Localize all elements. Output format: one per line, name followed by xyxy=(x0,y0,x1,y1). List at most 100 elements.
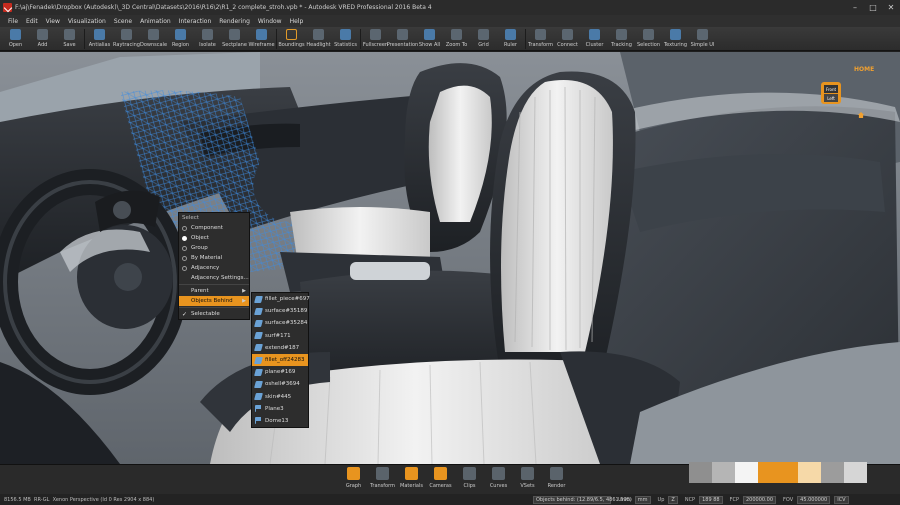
toolbar-downscale-button[interactable]: Downscale xyxy=(140,27,167,51)
context-menu-item-group[interactable]: Group xyxy=(179,243,249,253)
toolbar-label: Save xyxy=(63,42,76,48)
menu-separator xyxy=(179,284,249,285)
menu-separator xyxy=(179,307,249,308)
close-button[interactable]: ✕ xyxy=(882,0,900,15)
ncp-input[interactable]: 189 88 xyxy=(699,495,723,504)
toolbar-add-button[interactable]: Add xyxy=(29,27,56,51)
curves-icon xyxy=(492,467,505,480)
toolbar-connect-button[interactable]: Connect xyxy=(554,27,581,51)
submenu-item-object[interactable]: fillet_piece#697 xyxy=(252,293,310,305)
menu-scene[interactable]: Scene xyxy=(110,18,136,25)
submenu-item-object[interactable]: Dome13 xyxy=(252,415,308,427)
fov-input[interactable]: 45.000000 xyxy=(797,495,831,504)
toolbar-wireframe-button[interactable]: Wireframe xyxy=(248,27,275,51)
submenu-item-object[interactable]: oshell#3694 xyxy=(252,378,308,390)
context-menu-item-object[interactable]: Object xyxy=(179,233,249,243)
menu-rendering[interactable]: Rendering xyxy=(215,18,254,25)
color-swatch[interactable] xyxy=(798,462,821,483)
ncp-label: NCP xyxy=(684,496,696,503)
submenu-item-object[interactable]: skin#445 xyxy=(252,391,308,403)
surface-icon xyxy=(254,332,263,340)
navigation-cube[interactable]: Front Left xyxy=(818,78,844,108)
color-swatch[interactable] xyxy=(689,462,712,483)
toolbar-texturing-button[interactable]: Texturing xyxy=(662,27,689,51)
menu-visualization[interactable]: Visualization xyxy=(64,18,110,25)
toolbar-label: Isolate xyxy=(199,42,216,48)
dock-vsets-button[interactable]: VSets xyxy=(513,467,542,489)
context-menu-item-adjacency[interactable]: Adjacency xyxy=(179,263,249,273)
context-menu-item-component[interactable]: Component xyxy=(179,223,249,233)
submenu-item-object[interactable]: surface#35284 xyxy=(252,317,308,329)
color-swatch[interactable] xyxy=(844,462,867,483)
toolbar-raytracing-button[interactable]: Raytracing xyxy=(113,27,140,51)
toolbar-ruler-button[interactable]: Ruler xyxy=(497,27,524,51)
submenu-item-object[interactable]: Plane3 xyxy=(252,403,308,415)
toolbar-open-button[interactable]: Open xyxy=(2,27,29,51)
fcp-input[interactable]: 200000.00 xyxy=(742,495,777,504)
toolbar-antialias-button[interactable]: Antialias xyxy=(86,27,113,51)
toolbar-headlight-button[interactable]: Headlight xyxy=(305,27,332,51)
context-menu-item-objects-behind[interactable]: Objects Behind ▶ xyxy=(179,296,249,306)
menu-window[interactable]: Window xyxy=(254,18,286,25)
toolbar-zoom-to-button[interactable]: Zoom To xyxy=(443,27,470,51)
color-swatch[interactable] xyxy=(821,462,844,483)
context-menu-item-selectable[interactable]: ✓ Selectable xyxy=(179,309,249,319)
toolbar-grid-button[interactable]: Grid xyxy=(470,27,497,51)
dock-transform-button[interactable]: Transform xyxy=(368,467,397,489)
dock-label: VSets xyxy=(520,483,535,489)
submenu-item-label: skin#445 xyxy=(265,393,292,400)
toolbar-cluster-button[interactable]: Cluster xyxy=(581,27,608,51)
toolbar-isolate-button[interactable]: Isolate xyxy=(194,27,221,51)
context-menu-label: Parent xyxy=(191,288,209,294)
dock-cameras-button[interactable]: Cameras xyxy=(426,467,455,489)
context-menu-item-parent[interactable]: Parent ▶ xyxy=(179,286,249,296)
toolbar-label: Selection xyxy=(636,42,661,48)
submenu-item-label: surface#35284 xyxy=(265,320,308,327)
color-swatch[interactable] xyxy=(735,462,758,483)
menu-view[interactable]: View xyxy=(42,18,64,25)
units-label: Units xyxy=(618,496,631,503)
toolbar-selection-button[interactable]: Selection xyxy=(635,27,662,51)
toolbar-tracking-button[interactable]: Tracking xyxy=(608,27,635,51)
navcube-home-label[interactable]: HOME xyxy=(854,66,874,73)
menu-animation[interactable]: Animation xyxy=(136,18,175,25)
submenu-item-object[interactable]: surf#171 xyxy=(252,330,308,342)
menu-help[interactable]: Help xyxy=(286,18,308,25)
toolbar-region-button[interactable]: Region xyxy=(167,27,194,51)
toolbar-fullscreen-button[interactable]: Fullscreen xyxy=(362,27,389,51)
submenu-item-object[interactable]: fillet_off24283 xyxy=(252,353,308,367)
maximize-button[interactable]: □ xyxy=(864,0,882,15)
dock-clips-button[interactable]: Clips xyxy=(455,467,484,489)
toolbar-sectplane-button[interactable]: Sectplane xyxy=(221,27,248,51)
toolbar-transform-button[interactable]: Transform xyxy=(527,27,554,51)
color-swatch[interactable] xyxy=(758,462,798,483)
dock-curves-button[interactable]: Curves xyxy=(484,467,513,489)
toolbar-statistics-button[interactable]: Statistics xyxy=(332,27,359,51)
toolbar-presentation-button[interactable]: Presentation xyxy=(387,27,418,51)
toolbar-label: Statistics xyxy=(334,42,357,48)
toolbar-simple-ui-button[interactable]: Simple UI xyxy=(689,27,716,51)
plane-flag-icon xyxy=(255,417,262,425)
icv-button[interactable]: ICV xyxy=(834,495,849,504)
submenu-item-object[interactable]: surface#35189 xyxy=(252,305,308,317)
toolbar-boundings-button[interactable]: Boundings xyxy=(278,27,305,51)
up-axis-select[interactable]: Z xyxy=(668,495,678,504)
menu-edit[interactable]: Edit xyxy=(22,18,42,25)
units-select[interactable]: mm xyxy=(634,495,651,504)
menu-file[interactable]: File xyxy=(4,18,22,25)
context-menu-item-adjacency-settings[interactable]: Adjacency Settings... xyxy=(179,273,249,283)
submenu-item-label: Dome13 xyxy=(265,417,289,424)
color-swatch[interactable] xyxy=(712,462,735,483)
toolbar-show-all-button[interactable]: Show All xyxy=(416,27,443,51)
submenu-item-object[interactable]: extend#187 xyxy=(252,342,308,354)
context-menu-item-by-material[interactable]: By Material xyxy=(179,253,249,263)
render-viewport[interactable] xyxy=(0,52,900,464)
headlight-icon xyxy=(313,29,324,40)
dock-materials-button[interactable]: Materials xyxy=(397,467,426,489)
menu-interaction[interactable]: Interaction xyxy=(175,18,216,25)
minimize-button[interactable]: – xyxy=(846,0,864,15)
dock-render-button[interactable]: Render xyxy=(542,467,571,489)
submenu-item-object[interactable]: plane#169 xyxy=(252,366,308,378)
toolbar-save-button[interactable]: Save xyxy=(56,27,83,51)
dock-graph-button[interactable]: Graph xyxy=(339,467,368,489)
